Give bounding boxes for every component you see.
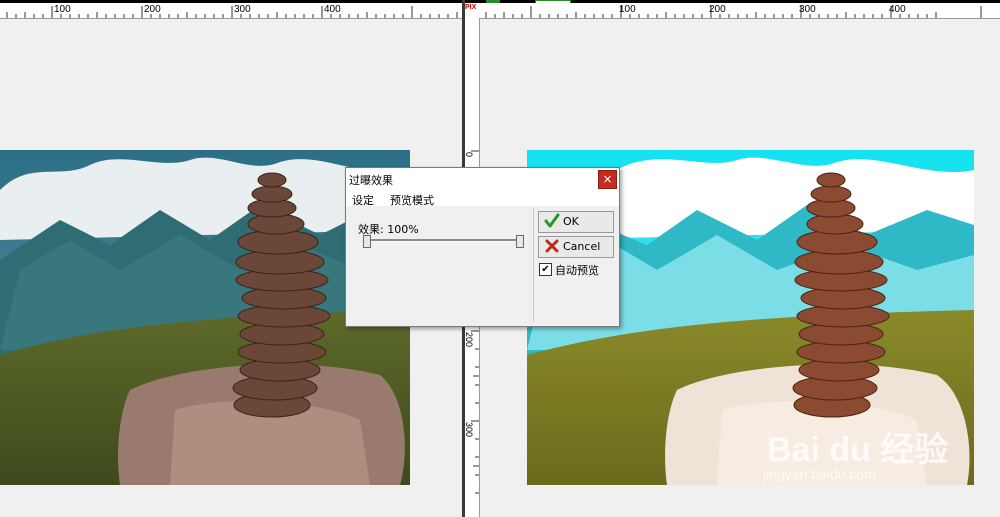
right-ruler-tick-300: 300 [799,4,816,15]
left-ruler-tick-400: 400 [324,4,341,15]
x-icon [544,238,560,258]
vertical-ruler-tick-0: 0 [464,152,474,158]
vertical-ruler-tick-300: 300 [464,422,474,438]
auto-preview-label: 自动预览 [555,264,599,277]
ok-button-label: OK [563,215,579,228]
close-button[interactable]: × [598,170,617,189]
effect-slider-min-thumb[interactable] [363,235,371,248]
effect-panel: 效果: 100% [348,208,534,322]
baidu-watermark-logo: Bai du 经验 [767,431,949,469]
right-horizontal-ruler: 100 200 300 400 [479,3,1000,19]
check-icon [544,213,560,233]
dialog-menubar: 设定 预览模式 [346,190,619,208]
right-ruler-tick-200: 200 [709,4,726,15]
cancel-button-label: Cancel [563,240,601,253]
vertical-ruler-tick-200: 200 [464,332,474,348]
checkmark-icon: ✔ [541,264,550,275]
auto-preview-checkbox[interactable]: ✔ [539,263,552,276]
dialog-title: 过曝效果 [349,174,393,187]
right-ruler-ticks [485,6,982,18]
left-horizontal-ruler: 100 200 300 400 [0,0,462,19]
overexposure-dialog: 过曝效果 × 设定 预览模式 效果: 100% OK Cancel ✔ 自动预览 [345,167,620,327]
close-icon: × [602,172,613,186]
effect-slider-track[interactable] [364,239,522,242]
left-ruler-tick-100: 100 [54,4,71,15]
left-ruler-tick-300: 300 [234,4,251,15]
right-ruler-tick-400: 400 [889,4,906,15]
left-ruler-tick-200: 200 [144,4,161,15]
right-ruler-tick-100: 100 [619,4,636,15]
menu-settings[interactable]: 设定 [352,192,374,208]
cancel-button[interactable]: Cancel [538,236,614,258]
menu-preview-mode[interactable]: 预览模式 [390,192,434,208]
dialog-titlebar[interactable]: 过曝效果 × [346,168,619,190]
baidu-watermark-url: jingyan.baidu.com [763,466,876,482]
ok-button[interactable]: OK [538,211,614,233]
effect-slider-thumb[interactable] [516,235,524,248]
